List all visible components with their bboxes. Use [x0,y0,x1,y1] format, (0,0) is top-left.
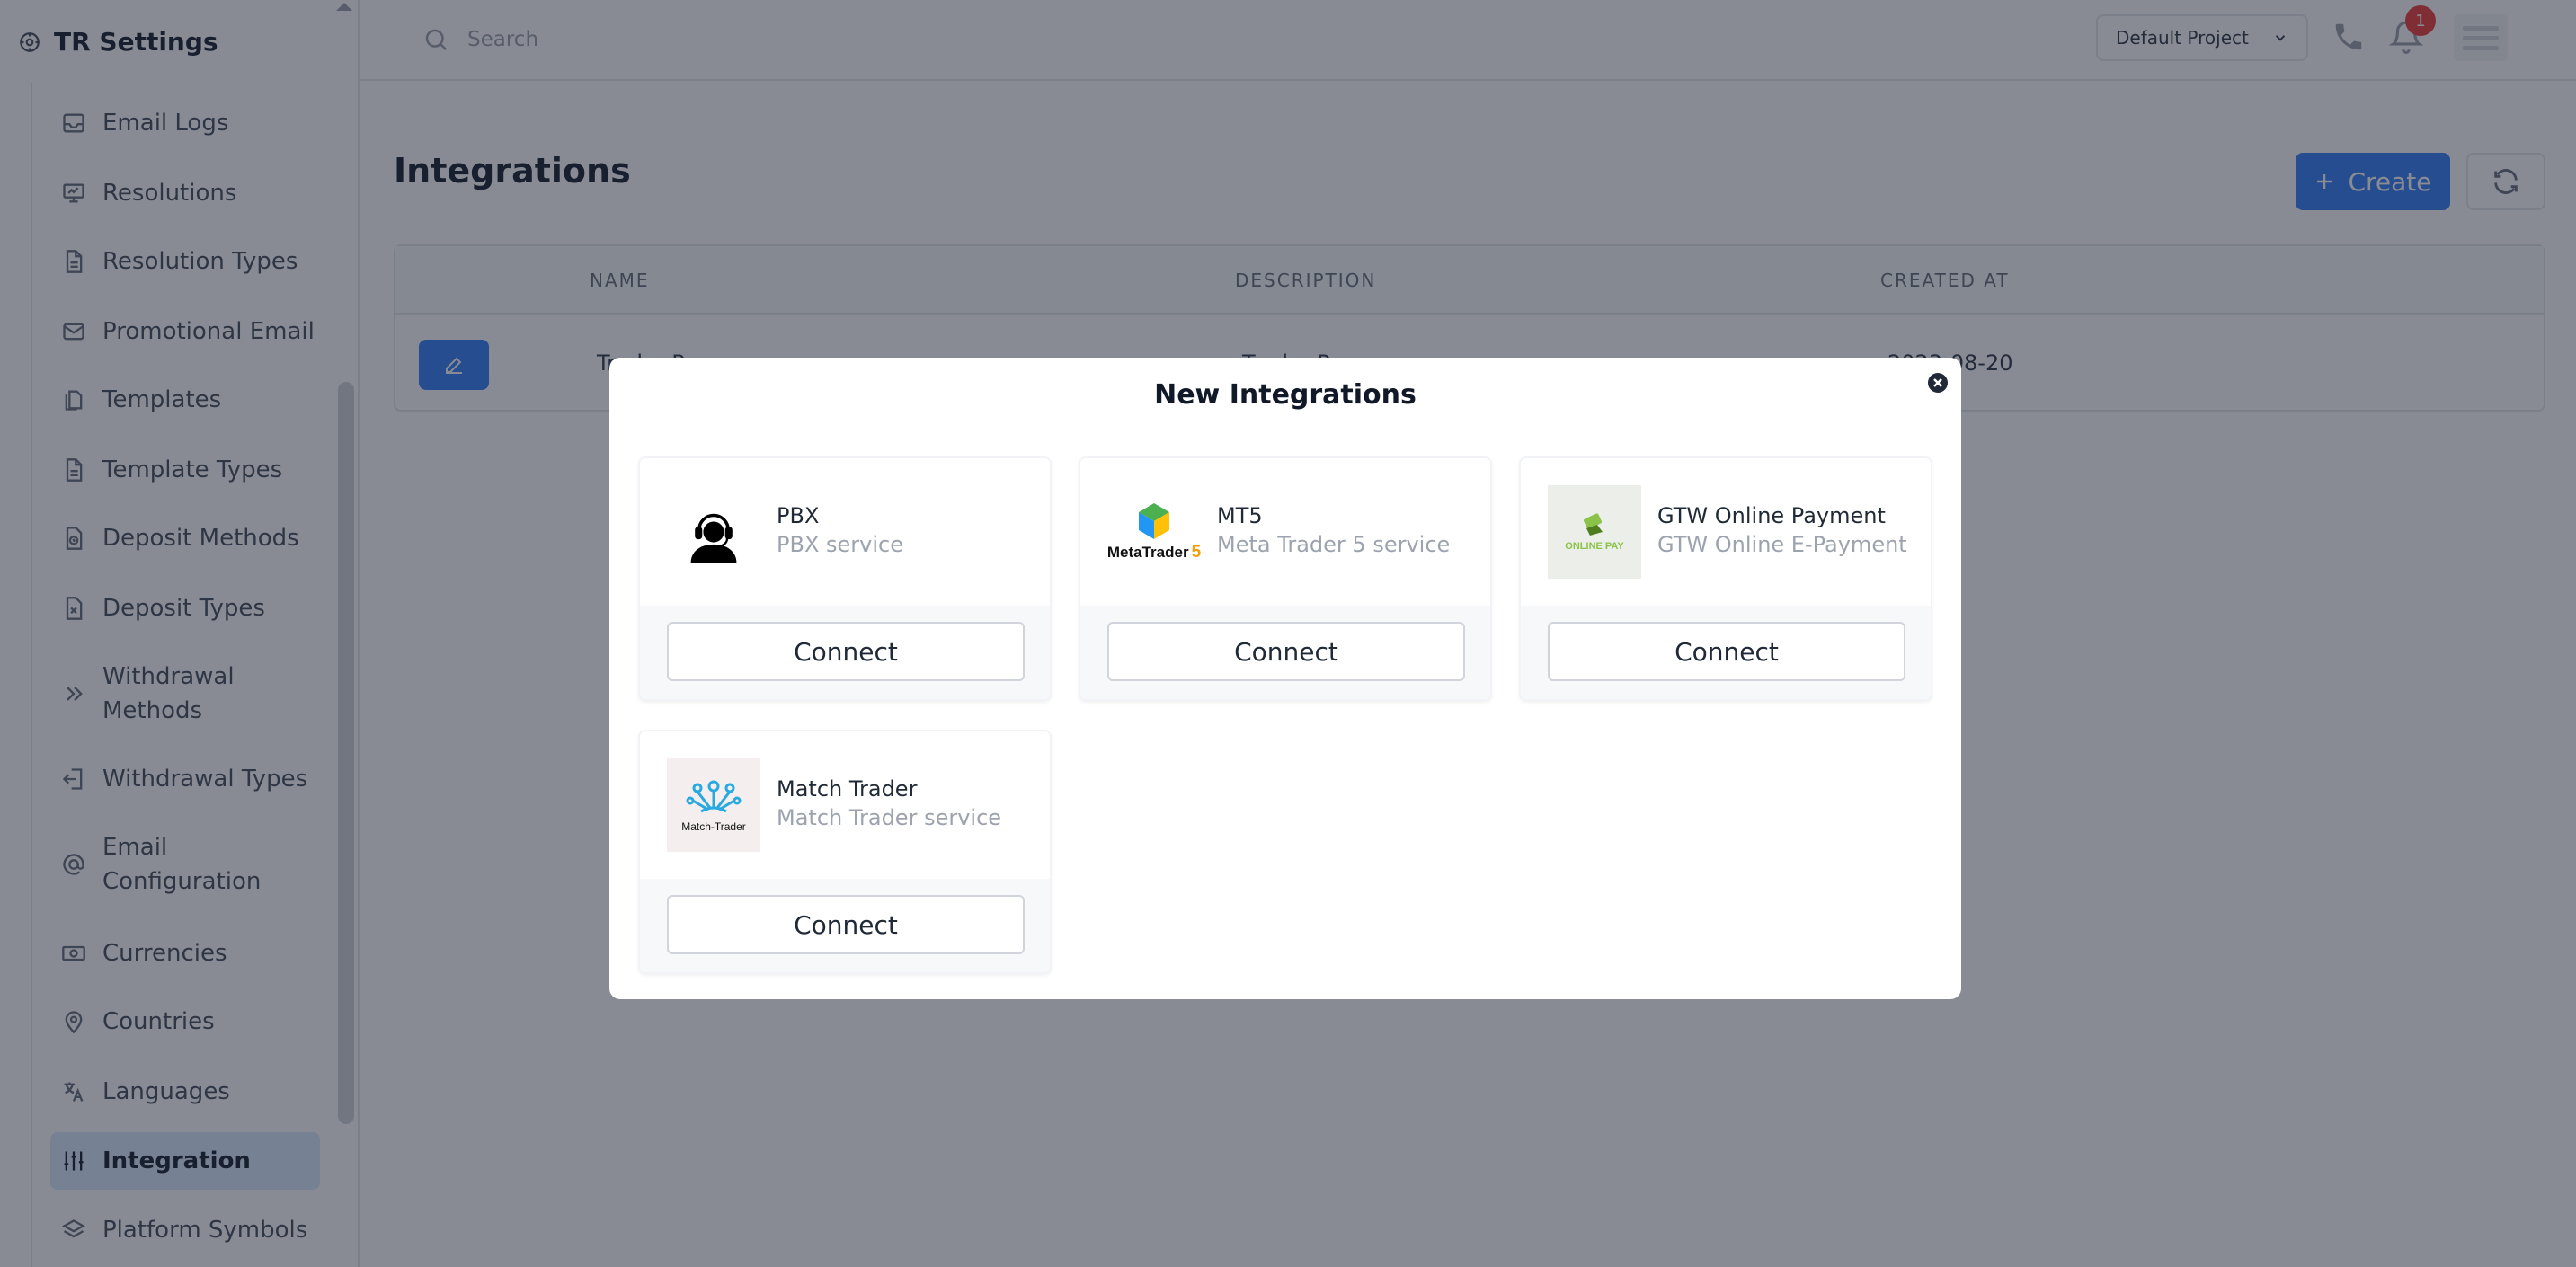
metatrader-logo-number: 5 [1191,543,1202,562]
metatrader-logo-text: MetaTrader [1106,544,1189,561]
headset-person-icon [667,485,760,579]
card-description: Match Trader service [777,805,1002,830]
integration-card-mt5: MetaTrader 5 MT5 Meta Trader 5 service C… [1079,456,1492,701]
card-title: MT5 [1217,503,1263,528]
card-title: GTW Online Payment [1657,503,1886,528]
card-title: PBX [777,503,820,528]
close-icon[interactable] [1927,372,1949,394]
match-trader-logo-text: Match-Trader [681,820,746,833]
card-description: PBX service [777,532,903,557]
online-pay-logo-text: ONLINE PAY [1565,541,1624,552]
modal-title: New Integrations [1154,379,1417,411]
new-integrations-modal: New Integrations PBX PBX service Connect [609,358,1961,999]
connect-button[interactable]: Connect [667,895,1025,954]
online-pay-logo: ONLINE PAY [1548,485,1641,579]
card-description: GTW Online E-Payment [1657,532,1907,557]
integration-card-gtw-online-payment: ONLINE PAY GTW Online Payment GTW Online… [1519,456,1932,701]
metatrader5-logo: MetaTrader 5 [1107,485,1201,579]
card-description: Meta Trader 5 service [1217,532,1451,557]
card-title: Match Trader [777,776,918,802]
connect-button[interactable]: Connect [1548,622,1905,681]
integration-card-pbx: PBX PBX service Connect [638,456,1052,701]
match-trader-logo: Match-Trader [667,758,760,852]
connect-button[interactable]: Connect [1107,622,1465,681]
connect-button[interactable]: Connect [667,622,1025,681]
integration-card-match-trader: Match-Trader Match Trader Match Trader s… [638,730,1052,974]
